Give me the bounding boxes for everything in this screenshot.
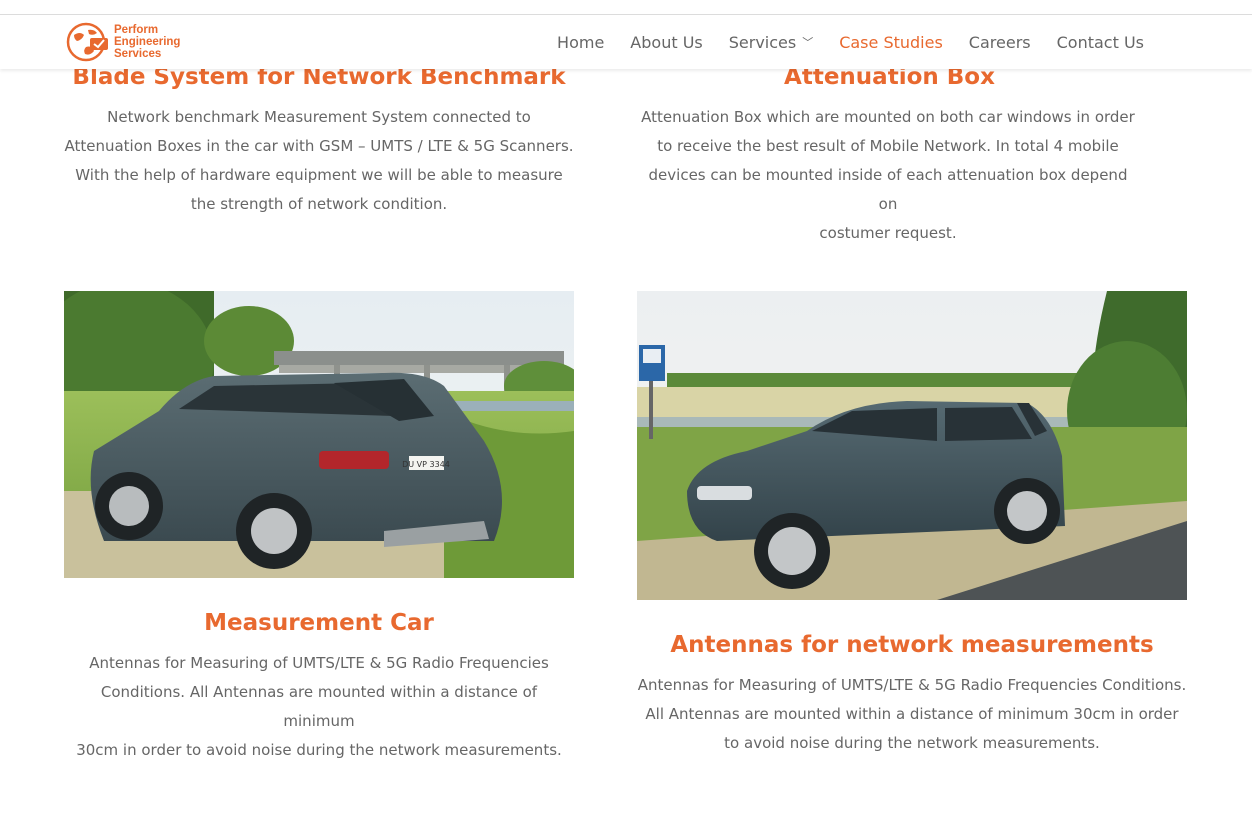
antennas-description: Antennas for Measuring of UMTS/LTE & 5G … (637, 676, 1187, 752)
nav-case-studies-label: Case Studies (839, 32, 943, 52)
license-plate-text: DU VP 3344 (402, 460, 450, 469)
antennas-car-photo (637, 291, 1187, 600)
blade-system-description: Network benchmark Measurement System con… (64, 108, 574, 213)
nav-home[interactable]: Home (557, 33, 604, 52)
blade-system-block: Blade System for Network Benchmark Netwo… (64, 62, 574, 219)
nav-contact-us[interactable]: Contact Us (1057, 33, 1144, 52)
logo-line-1: Perform (114, 24, 159, 36)
attenuation-box-description: Attenuation Box which are mounted on bot… (641, 108, 1135, 242)
nav-contact-us-label: Contact Us (1056, 32, 1144, 52)
nav-case-studies[interactable]: Case Studies (839, 33, 943, 52)
site-logo[interactable]: Perform Engineering Services (66, 21, 180, 63)
measurement-car-description: Antennas for Measuring of UMTS/LTE & 5G … (76, 654, 562, 759)
chevron-down-icon: ﹀ (802, 36, 814, 49)
measurement-car-title: Measurement Car (204, 610, 434, 636)
antennas-block: Antennas for network measurements Antenn… (637, 630, 1187, 758)
nav-about-us-label: About Us (630, 32, 703, 52)
nav-services[interactable]: Services ﹀ (729, 33, 813, 52)
nav-home-label: Home (557, 32, 605, 52)
nav-services-label: Services (728, 32, 797, 52)
logo-line-2: Engineering (114, 36, 181, 48)
nav-careers[interactable]: Careers (969, 33, 1031, 52)
measurement-car-block: Measurement Car Antennas for Measuring o… (64, 608, 574, 765)
browser-top-strip (0, 0, 1252, 15)
nav-about-us[interactable]: About Us (630, 33, 702, 52)
main-nav: Home About Us Services ﹀ Case Studies Car… (531, 15, 1144, 69)
measurement-car-image: DU VP 3344 (64, 291, 574, 578)
site-header: Perform Engineering Services Home About … (0, 15, 1252, 69)
globe-logo-icon (66, 22, 108, 62)
nav-careers-label: Careers (968, 32, 1031, 52)
logo-wordmark: Perform Engineering Services (114, 24, 180, 60)
antennas-title: Antennas for network measurements (670, 632, 1154, 658)
logo-line-3: Services (114, 48, 162, 60)
measurement-car-photo: DU VP 3344 (64, 291, 574, 578)
attenuation-box-block: Attenuation Box Attenuation Box which ar… (637, 62, 1139, 248)
antennas-car-image (637, 291, 1187, 600)
